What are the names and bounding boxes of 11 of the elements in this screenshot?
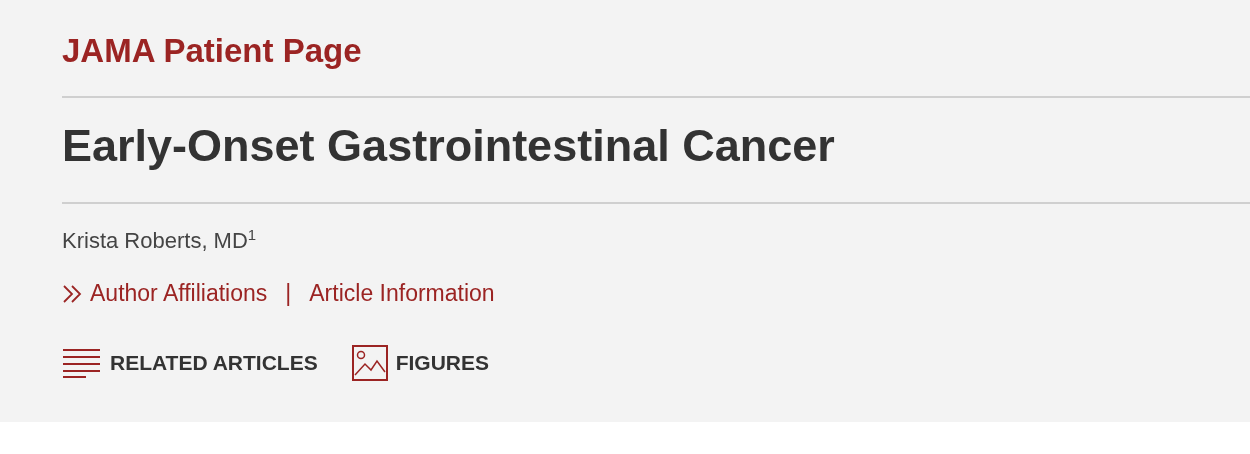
- chevron-icon: [62, 283, 84, 304]
- tool-link[interactable]: FIGURES: [351, 345, 489, 381]
- author-affiliations-link[interactable]: Author Affiliations: [62, 280, 268, 307]
- list-icon: [62, 348, 102, 378]
- image-icon: [351, 345, 388, 381]
- separator: |: [284, 280, 293, 307]
- section-label: JAMA Patient Page: [62, 28, 1250, 98]
- article-information-link[interactable]: Article Information: [309, 280, 495, 307]
- article-title: Early-Onset Gastrointestinal Cancer: [62, 98, 1250, 204]
- tool-link[interactable]: RELATED ARTICLES: [62, 348, 318, 378]
- author-name: Krista Roberts, MD$^{1}$: [62, 226, 258, 255]
